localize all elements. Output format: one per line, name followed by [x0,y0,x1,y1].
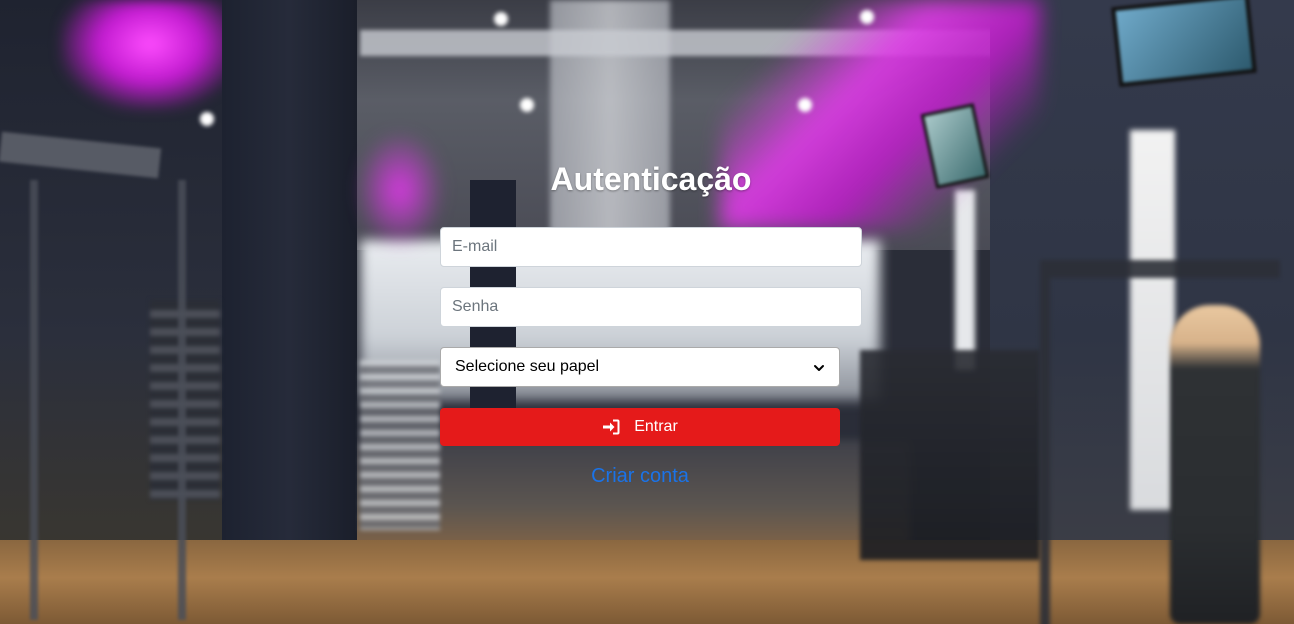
background-tv [1111,0,1257,87]
background-dumbbells [360,360,440,530]
background-cable-machine [30,180,186,620]
enter-button-label: Entrar [634,418,678,435]
sign-in-icon [602,419,620,435]
background-neon-light-mid [355,130,445,250]
background-ceiling-light [200,112,214,126]
page-title: Autenticação [550,161,752,197]
background-ceiling-light [520,98,534,112]
role-select[interactable]: Selecione seu papel [440,347,840,387]
background-person [1170,305,1260,624]
create-account-link[interactable]: Criar conta [440,465,840,488]
email-input[interactable] [440,227,862,267]
role-select-value: Selecione seu papel [455,358,600,375]
password-input[interactable] [440,287,862,327]
enter-button[interactable]: Entrar [440,408,840,446]
background-neon-light-left [60,0,240,110]
background-weight-machine [860,350,1040,560]
login-form: Autenticação Selecione seu papel Entrar … [440,160,862,487]
chevron-down-icon [813,361,825,373]
background-pillar [222,0,357,545]
background-ceiling-light [494,12,508,26]
background-ceiling-light [798,98,812,112]
background-ceiling-light [860,10,874,24]
